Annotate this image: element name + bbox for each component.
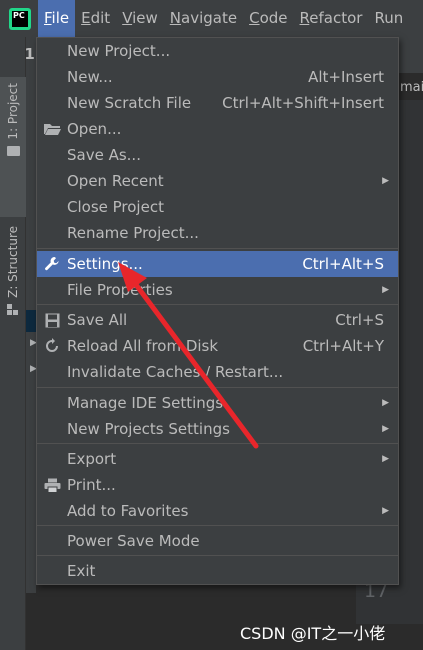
menu-item-invalidate-caches[interactable]: Invalidate Caches / Restart... bbox=[37, 359, 398, 385]
menu-item-print[interactable]: Print... bbox=[37, 472, 398, 498]
menu-separator bbox=[37, 387, 398, 388]
open-folder-icon bbox=[43, 120, 61, 138]
menu-edit[interactable]: Edit bbox=[75, 0, 116, 37]
project-panel bbox=[26, 73, 36, 593]
folder-icon bbox=[6, 145, 20, 156]
menu-item-open-recent[interactable]: Open Recent ▶ bbox=[37, 168, 398, 194]
menu-item-new-project[interactable]: New Project... bbox=[37, 38, 398, 64]
menu-code[interactable]: Code bbox=[243, 0, 293, 37]
printer-icon bbox=[43, 476, 61, 494]
menu-navigate[interactable]: Navigate bbox=[164, 0, 243, 37]
menu-item-exit[interactable]: Exit bbox=[37, 558, 398, 584]
menu-separator bbox=[37, 443, 398, 444]
submenu-arrow-icon: ▶ bbox=[382, 506, 389, 516]
menu-item-save-all[interactable]: Save All Ctrl+S bbox=[37, 307, 398, 333]
editor-tab[interactable]: main bbox=[400, 80, 423, 95]
menu-item-add-to-favorites[interactable]: Add to Favorites ▶ bbox=[37, 498, 398, 524]
menu-item-close-project[interactable]: Close Project bbox=[37, 194, 398, 220]
menu-item-open[interactable]: Open... bbox=[37, 116, 398, 142]
menu-bar: PC File Edit View Navigate Code Refactor… bbox=[0, 0, 423, 37]
project-tool-tab[interactable]: 1: Project bbox=[0, 77, 26, 217]
menu-separator bbox=[37, 555, 398, 556]
reload-all-shortcut: Ctrl+Alt+Y bbox=[302, 337, 384, 355]
pycharm-logo-icon: PC bbox=[9, 7, 31, 30]
menu-item-new-projects-settings[interactable]: New Projects Settings ▶ bbox=[37, 416, 398, 442]
structure-tool-tab[interactable]: Z: Structure bbox=[0, 222, 26, 315]
project-tree-selection[interactable] bbox=[26, 310, 36, 332]
menu-item-file-properties[interactable]: File Properties ▶ bbox=[37, 277, 398, 303]
settings-shortcut: Ctrl+Alt+S bbox=[302, 255, 384, 273]
submenu-arrow-icon: ▶ bbox=[382, 398, 389, 408]
submenu-arrow-icon: ▶ bbox=[382, 454, 389, 464]
save-all-shortcut: Ctrl+S bbox=[335, 311, 384, 329]
editor-area[interactable] bbox=[399, 100, 423, 600]
wrench-icon bbox=[43, 255, 61, 273]
structure-tab-label: Z: Structure bbox=[6, 226, 20, 298]
menu-refactor[interactable]: Refactor bbox=[294, 0, 369, 37]
menu-item-manage-ide-settings[interactable]: Manage IDE Settings ▶ bbox=[37, 390, 398, 416]
menu-file[interactable]: File bbox=[38, 0, 76, 37]
structure-icon bbox=[7, 303, 19, 315]
menu-separator bbox=[37, 248, 398, 249]
menu-item-save-as[interactable]: Save As... bbox=[37, 142, 398, 168]
menu-item-settings[interactable]: Settings... Ctrl+Alt+S bbox=[37, 251, 398, 277]
menu-item-power-save-mode[interactable]: Power Save Mode bbox=[37, 528, 398, 554]
menu-view[interactable]: View bbox=[116, 0, 164, 37]
menu-item-export[interactable]: Export ▶ bbox=[37, 446, 398, 472]
menu-item-reload-all[interactable]: Reload All from Disk Ctrl+Alt+Y bbox=[37, 333, 398, 359]
submenu-arrow-icon: ▶ bbox=[382, 424, 389, 434]
watermark: CSDN @IT之一小佬 bbox=[240, 624, 386, 643]
file-menu-dropdown: New Project... New... Alt+Insert New Scr… bbox=[36, 37, 399, 585]
menu-separator bbox=[37, 304, 398, 305]
menu-run[interactable]: Run bbox=[368, 0, 409, 37]
menu-item-new-scratch-file[interactable]: New Scratch File Ctrl+Alt+Shift+Insert bbox=[37, 90, 398, 116]
menu-separator bbox=[37, 525, 398, 526]
submenu-arrow-icon: ▶ bbox=[382, 176, 389, 186]
submenu-arrow-icon: ▶ bbox=[382, 285, 389, 295]
refresh-icon bbox=[43, 337, 61, 355]
menu-item-new[interactable]: New... Alt+Insert bbox=[37, 64, 398, 90]
save-icon bbox=[43, 311, 61, 329]
left-tool-strip: 1: Project Z: Structure bbox=[0, 37, 26, 650]
new-scratch-shortcut: Ctrl+Alt+Shift+Insert bbox=[222, 94, 384, 112]
project-tab-label: 1: Project bbox=[6, 83, 20, 140]
new-shortcut: Alt+Insert bbox=[308, 68, 384, 86]
menu-item-rename-project[interactable]: Rename Project... bbox=[37, 220, 398, 246]
